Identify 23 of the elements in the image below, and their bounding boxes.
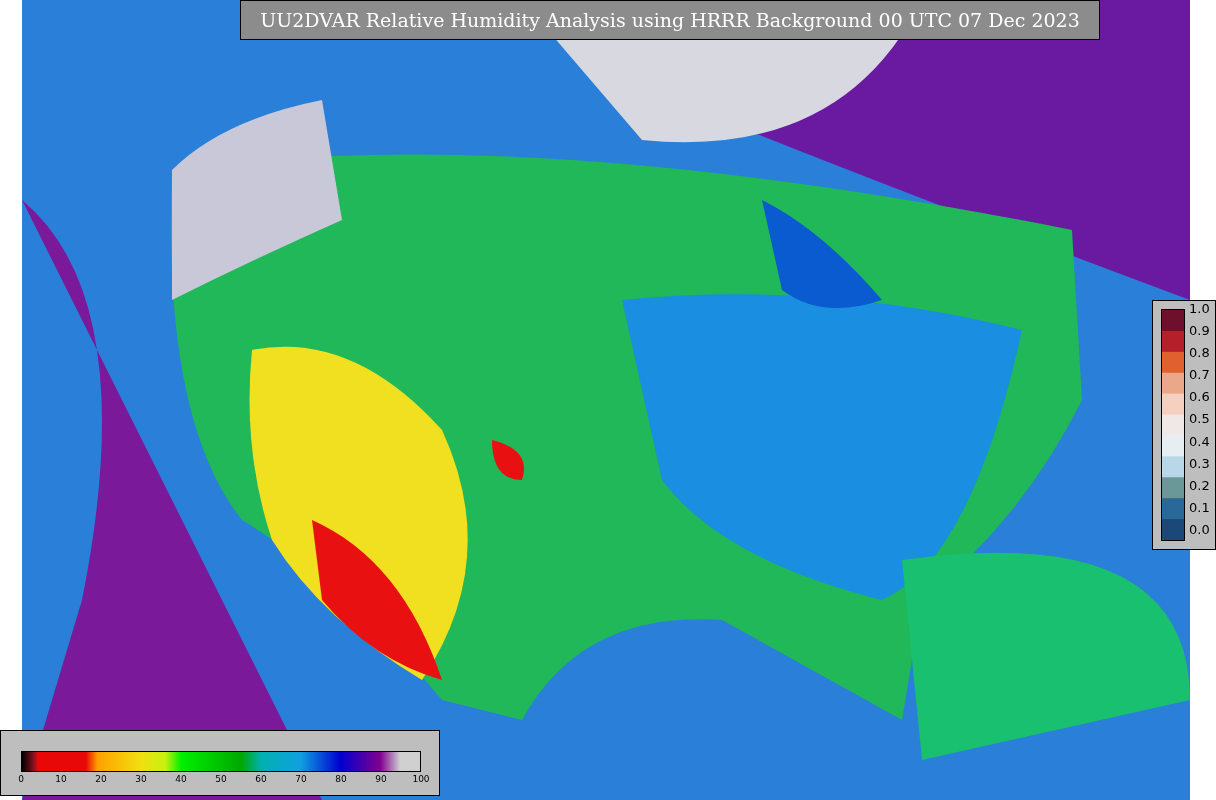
colorbar-tick-label: 0.8: [1189, 345, 1210, 361]
colorbar-tick-label: 0.0: [1189, 521, 1210, 537]
colorbar-tick-label: 0.6: [1189, 389, 1210, 405]
colorbar-tick-label: 1.0: [1189, 301, 1210, 316]
colorbar-tick-label: 90: [375, 774, 387, 784]
colorbar-tick-label: 70: [295, 774, 307, 784]
colorbar-tick-label: 0.7: [1189, 367, 1210, 383]
colorbar-tick-label: 0: [18, 774, 24, 784]
colorbar-tick-label: 10: [55, 774, 67, 784]
colorbar-tick-label: 100: [412, 774, 430, 784]
colorbar-tick-label: 80: [335, 774, 347, 784]
colorbar-tick-label: 20: [95, 774, 107, 784]
colorbar-tick-label: 40: [175, 774, 187, 784]
colorbar-tick-label: 60: [255, 774, 267, 784]
colorbar-tick-label: 0.5: [1189, 411, 1210, 427]
map-title: UU2DVAR Relative Humidity Analysis using HRRR Background 00 UTC 07 Dec 2023: [240, 0, 1100, 40]
colorbar-tick-label: 0.2: [1189, 477, 1210, 493]
colorbar-tick-label: 0.9: [1189, 323, 1210, 339]
colorbar-tick-label: 0.1: [1189, 499, 1210, 515]
colorbar-tick-label: 50: [215, 774, 227, 784]
colorbar-tick-label: 0.3: [1189, 455, 1210, 471]
colorbar-tick-label: 0.4: [1189, 433, 1210, 449]
colorbar-tick-label: 30: [135, 774, 147, 784]
